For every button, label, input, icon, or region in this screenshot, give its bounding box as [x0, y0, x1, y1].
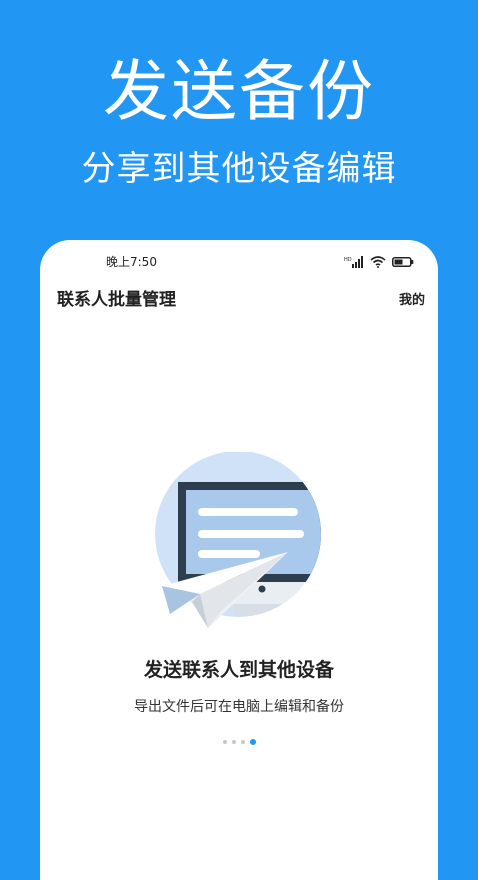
- svg-text:HD: HD: [344, 257, 352, 263]
- phone-screen: 晚上7:50 HD 联系人批量管理 我的 发送联系人到其他设备 导出文件后可在电…: [40, 240, 438, 880]
- page-dot[interactable]: [222, 740, 227, 744]
- status-time: 晚上7:50: [106, 255, 157, 269]
- page-dot-active[interactable]: [249, 739, 256, 745]
- wifi-icon: [370, 256, 386, 268]
- send-illustration: [148, 451, 328, 642]
- battery-icon: [392, 257, 414, 267]
- promo-subtitle: 分享到其他设备编辑: [81, 149, 397, 189]
- app-title: 联系人批量管理: [57, 290, 176, 310]
- mine-button[interactable]: 我的: [399, 292, 425, 310]
- page-dot[interactable]: [240, 740, 245, 744]
- status-icons: HD: [344, 254, 414, 270]
- feature-description: 导出文件后可在电脑上编辑和备份: [134, 699, 344, 715]
- signal-icon: HD: [344, 256, 363, 268]
- promo-title: 发送备份: [103, 53, 375, 130]
- page-indicator: [40, 739, 438, 745]
- page-dot[interactable]: [231, 740, 236, 744]
- feature-title: 发送联系人到其他设备: [143, 659, 334, 681]
